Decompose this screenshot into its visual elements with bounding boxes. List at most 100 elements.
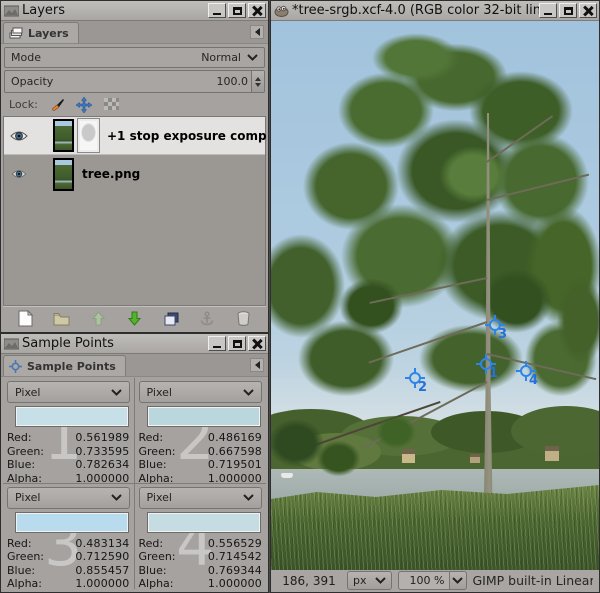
new-group-button[interactable] [50,309,74,329]
tree-foliage [286,311,406,406]
tab-layers-label: Layers [28,27,69,40]
channel-value: 0.733595 [75,445,129,459]
chevron-down-icon [247,54,258,61]
close-button[interactable] [579,3,597,18]
sample-point-4-mode-select[interactable]: Pixel [139,487,263,509]
close-icon [252,339,262,349]
sample-points-grid: 1 Pixel Red:0.561989 Green:0.733595 Blue… [3,378,266,589]
visibility-eye-icon[interactable] [9,169,29,179]
sample-point-marker-3[interactable]: 3 [487,317,503,333]
close-icon [583,6,593,16]
window-title: Sample Points [22,336,208,351]
lock-row: Lock: [9,95,265,114]
opacity-spinner[interactable] [251,71,264,92]
minimize-button[interactable] [208,3,226,18]
tab-layers[interactable]: Layers [3,22,79,43]
foreground-leaves [371,411,421,453]
duplicate-layer-button[interactable] [159,309,183,329]
house [470,454,480,463]
layer-row-exposure-comp[interactable]: +1 stop exposure comp [4,117,265,155]
gimp-wilber-icon [274,4,289,17]
unit-select[interactable]: px [347,571,392,590]
layer-mode-select[interactable]: Mode Normal [4,47,265,68]
channel-label: Alpha: [7,472,42,484]
trash-icon [237,311,250,326]
anchor-icon [200,311,214,326]
chevron-down-icon [452,577,463,584]
chevron-down-icon [375,577,386,584]
opacity-label: Opacity [11,75,53,88]
image-canvas[interactable]: 1 2 3 4 [271,21,599,570]
zoom-level-entry[interactable]: 100 % [398,571,450,590]
tab-menu-arrow-icon [251,361,260,369]
delete-layer-button[interactable] [232,309,256,329]
move-lock-icon[interactable] [76,97,92,113]
mode-value: Normal [201,51,241,64]
channel-value: 1.000000 [75,472,129,484]
layer-thumbnail[interactable] [53,158,74,191]
window-icon [4,337,19,350]
sample-point-3-mode-select[interactable]: Pixel [7,487,130,509]
sample-points-titlebar[interactable]: Sample Points [1,334,268,354]
channel-value: 0.714542 [208,550,262,564]
maximize-icon [233,7,242,15]
channel-value: 0.486169 [208,431,262,445]
arrow-down-icon [128,311,141,326]
sample-point-marker-4[interactable]: 4 [518,363,534,379]
raise-layer-button[interactable] [86,309,110,329]
channel-value: 0.855457 [75,564,129,578]
layer-mask-thumbnail[interactable] [78,119,99,152]
chevron-down-icon [243,389,254,396]
cursor-position: 186, 391 [277,574,341,588]
close-button[interactable] [248,3,266,18]
layers-dialog: Layers Layers Mode Normal Opacity 100.0 … [0,0,269,333]
foreground-leaves [311,436,366,481]
minimize-button[interactable] [539,3,557,18]
new-layer-button[interactable] [13,309,37,329]
tab-menu-button[interactable] [250,358,264,372]
alpha-lock-icon[interactable] [103,97,119,113]
unit-value: px [353,574,367,587]
channel-label: Green: [139,550,176,564]
boat [281,473,293,478]
grass-foreground [271,483,599,570]
image-window-title: *tree-srgb.xcf-4.0 (RGB color 32-bit lin [292,3,539,18]
sample-values: Red:0.486169 Green:0.667598 Blue:0.71950… [139,431,263,484]
sample-point-1-mode-select[interactable]: Pixel [7,381,130,403]
sample-points-tabbar: Sample Points [1,354,268,377]
layer-name[interactable]: tree.png [82,167,140,181]
sample-color-swatch [148,513,261,532]
arrow-up-icon [92,311,105,326]
sample-values: Red:0.561989 Green:0.733595 Blue:0.78263… [7,431,130,484]
lower-layer-button[interactable] [122,309,146,329]
zoom-control[interactable]: 100 % [398,571,467,590]
minimize-button[interactable] [208,336,226,351]
window-title: Layers [22,3,208,18]
layers-titlebar[interactable]: Layers [1,1,268,21]
sample-point-2: 2 Pixel Red:0.486169 Green:0.667598 Blue… [135,378,267,484]
channel-label: Red: [139,431,164,445]
tab-sample-points[interactable]: Sample Points [3,355,126,376]
channel-value: 0.719501 [208,458,262,472]
paintbrush-lock-icon[interactable] [49,97,65,113]
close-button[interactable] [248,336,266,351]
sample-point-marker-1[interactable]: 1 [478,356,494,372]
image-titlebar[interactable]: *tree-srgb.xcf-4.0 (RGB color 32-bit lin [271,1,599,21]
maximize-button[interactable] [228,336,246,351]
zoom-dropdown-button[interactable] [450,571,467,590]
marker-label: 2 [418,380,427,395]
anchor-layer-button[interactable] [195,309,219,329]
sample-point-marker-2[interactable]: 2 [407,370,423,386]
opacity-slider[interactable]: Opacity 100.0 [4,70,265,93]
visibility-eye-icon[interactable] [9,130,29,142]
layer-name[interactable]: +1 stop exposure comp [107,129,267,143]
tab-menu-button[interactable] [250,25,264,39]
layer-row-tree-png[interactable]: tree.png [4,155,265,193]
mode-label: Mode [11,51,41,64]
maximize-button[interactable] [559,3,577,18]
folder-icon [53,312,70,326]
chevron-down-icon [243,494,254,501]
layer-thumbnail[interactable] [53,119,74,152]
sample-point-2-mode-select[interactable]: Pixel [139,381,263,403]
maximize-button[interactable] [228,3,246,18]
